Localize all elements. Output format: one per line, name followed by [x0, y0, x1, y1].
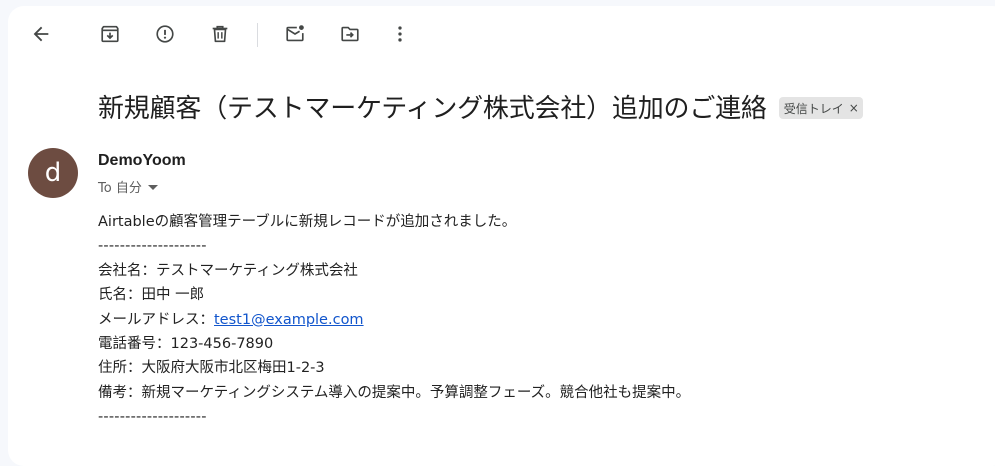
- move-to-folder-icon: [341, 26, 359, 42]
- email-link[interactable]: test1@example.com: [214, 312, 364, 328]
- body-separator-end: --------------------: [98, 409, 207, 426]
- inbox-label-chip[interactable]: 受信トレイ ×: [778, 97, 863, 119]
- remove-label-icon[interactable]: ×: [849, 101, 859, 115]
- email-toolbar: [8, 6, 995, 64]
- recipient-text: To 自分: [98, 181, 142, 196]
- body-intro: Airtableの顧客管理テーブルに新規レコードが追加されました。: [98, 214, 517, 230]
- report-spam-button[interactable]: [147, 16, 183, 52]
- body-company: 会社名：テストマーケティング株式会社: [98, 262, 358, 279]
- sender-name[interactable]: DemoYoom: [98, 152, 186, 170]
- mark-unread-icon: [286, 25, 304, 42]
- back-button[interactable]: [23, 16, 59, 52]
- email-subject: 新規顧客（テストマーケティング株式会社）追加のご連絡: [98, 93, 767, 124]
- archive-button[interactable]: [92, 16, 128, 52]
- body-phone: 電話番号：123-456-7890: [98, 335, 274, 352]
- archive-icon: [101, 25, 119, 43]
- body-email-line: メールアドレス：test1@example.com: [98, 308, 690, 332]
- report-spam-icon: [156, 25, 174, 43]
- email-view: 新規顧客（テストマーケティング株式会社）追加のご連絡 受信トレイ × d Dem…: [8, 6, 995, 466]
- body-name: 氏名：田中 一郎: [98, 287, 205, 304]
- body-address: 住所：大阪府大阪市北区梅田1-2-3: [98, 360, 325, 377]
- more-vert-icon: [398, 26, 402, 42]
- trash-icon: [212, 25, 228, 43]
- chevron-down-icon: [147, 184, 158, 190]
- body-separator: --------------------: [98, 238, 207, 255]
- more-options-button[interactable]: [382, 16, 418, 52]
- email-body: Airtableの顧客管理テーブルに新規レコードが追加されました。 ------…: [98, 210, 690, 430]
- body-notes: 備考：新規マーケティングシステム導入の提案中。予算調整フェーズ。競合他社も提案中…: [98, 384, 691, 401]
- label-text: 受信トレイ: [783, 101, 844, 116]
- recipient-details[interactable]: To 自分: [98, 177, 158, 196]
- delete-button[interactable]: [202, 16, 238, 52]
- avatar[interactable]: d: [28, 148, 78, 198]
- subject-row: 新規顧客（テストマーケティング株式会社）追加のご連絡 受信トレイ ×: [98, 86, 863, 126]
- mark-unread-button[interactable]: [277, 16, 313, 52]
- back-arrow-icon: [33, 26, 49, 42]
- move-to-button[interactable]: [332, 16, 368, 52]
- toolbar-divider: [257, 23, 258, 47]
- body-email-label: メールアドレス：: [98, 311, 214, 328]
